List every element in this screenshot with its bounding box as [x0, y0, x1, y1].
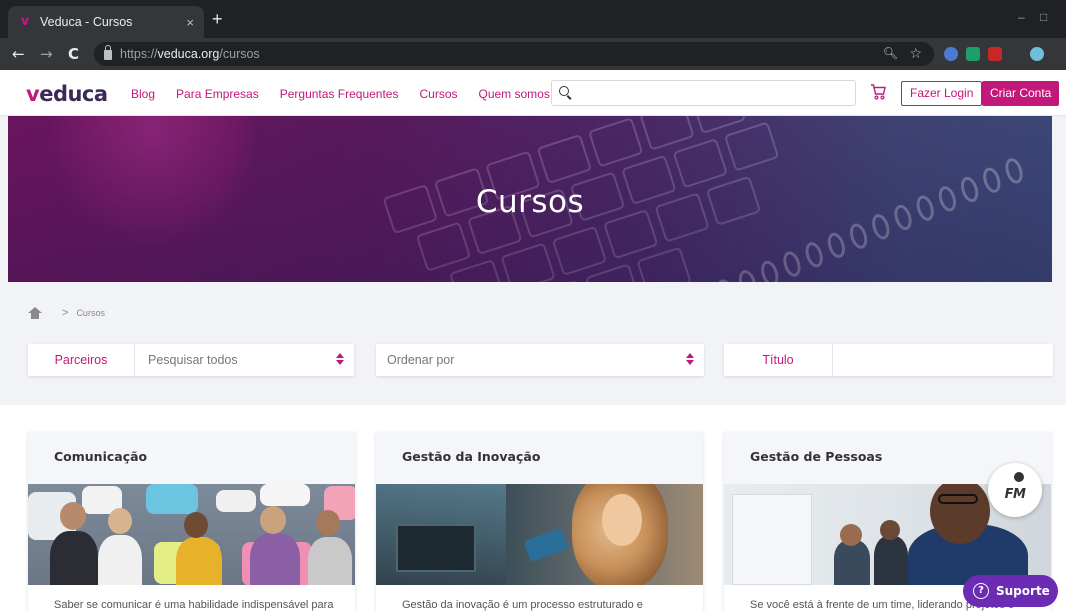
- site-header: veduca Blog Para Empresas Perguntas Freq…: [0, 70, 1066, 116]
- signup-button[interactable]: Criar Conta: [982, 81, 1060, 106]
- site-favicon-icon: v: [20, 14, 30, 29]
- course-image: [28, 484, 355, 585]
- new-tab-button[interactable]: +: [212, 10, 223, 28]
- tab-close-icon[interactable]: ×: [186, 15, 194, 30]
- partner-logo-badge[interactable]: FM: [988, 463, 1042, 517]
- main-nav: Blog Para Empresas Perguntas Frequentes …: [131, 87, 571, 101]
- maximize-icon[interactable]: □: [1040, 10, 1047, 24]
- title-label: Título: [724, 344, 833, 376]
- page-title: Cursos: [475, 184, 585, 220]
- url-path: /cursos: [219, 47, 260, 61]
- course-description: Saber se comunicar é uma habilidade indi…: [54, 599, 334, 611]
- select-arrows-icon: [336, 353, 344, 367]
- nav-perguntas-frequentes[interactable]: Perguntas Frequentes: [280, 87, 399, 101]
- tab-title: Veduca - Cursos: [40, 15, 133, 29]
- reload-icon[interactable]: C: [68, 45, 79, 63]
- hero-banner: Cursos: [8, 116, 1052, 282]
- partner-logo-mark: FM: [1004, 487, 1026, 502]
- breadcrumb: > Cursos: [28, 307, 105, 319]
- address-bar[interactable]: https://veduca.org/cursos 🔍︎ ☆: [94, 42, 934, 66]
- lock-icon: [104, 45, 112, 60]
- home-icon[interactable]: [28, 307, 42, 319]
- course-title: Gestão da Inovação: [376, 432, 703, 484]
- extension-shield-icon[interactable]: [966, 47, 980, 61]
- sort-select-value[interactable]: Ordenar por: [387, 344, 454, 376]
- help-icon: ?: [973, 583, 989, 599]
- breadcrumb-separator: >: [62, 307, 69, 319]
- nav-quem-somos[interactable]: Quem somos: [479, 87, 550, 101]
- nav-cursos[interactable]: Cursos: [419, 87, 457, 101]
- url-host: veduca.org: [157, 47, 220, 61]
- browser-tab[interactable]: v Veduca - Cursos ×: [8, 6, 204, 38]
- logo-v: v: [26, 82, 40, 106]
- back-icon[interactable]: ←: [12, 45, 25, 63]
- nav-para-empresas[interactable]: Para Empresas: [176, 87, 259, 101]
- partner-logo-icon: [1014, 472, 1024, 482]
- title-filter[interactable]: Título: [724, 344, 1053, 376]
- course-card[interactable]: Gestão da Inovação Gestão da inovação é …: [376, 432, 703, 611]
- support-label: Suporte: [996, 584, 1050, 598]
- search-icon: [559, 86, 569, 96]
- breadcrumb-current: Cursos: [76, 308, 105, 318]
- select-arrows-icon: [686, 353, 694, 367]
- course-description: Gestão da inovação é um processo estrutu…: [402, 599, 643, 611]
- nav-blog[interactable]: Blog: [131, 87, 155, 101]
- url-text: https://veduca.org/cursos: [120, 47, 260, 61]
- sort-select[interactable]: Ordenar por: [376, 344, 704, 376]
- bookmark-star-icon[interactable]: ☆: [909, 45, 922, 62]
- course-image: [376, 484, 703, 585]
- extension-icon[interactable]: [944, 47, 958, 61]
- veduca-logo[interactable]: veduca: [26, 82, 108, 106]
- partners-filter[interactable]: Parceiros Pesquisar todos: [28, 344, 354, 376]
- forward-icon[interactable]: →: [40, 45, 53, 63]
- browser-toolbar: ← → C https://veduca.org/cursos 🔍︎ ☆: [0, 38, 1066, 70]
- support-button[interactable]: ? Suporte: [963, 575, 1058, 607]
- browser-tab-bar: v Veduca - Cursos × + – □: [0, 0, 1066, 38]
- partners-select-value[interactable]: Pesquisar todos: [148, 344, 238, 376]
- url-scheme: https://: [120, 47, 158, 61]
- logo-text: educa: [39, 82, 108, 106]
- profile-avatar-icon[interactable]: [1030, 47, 1044, 61]
- cart-icon[interactable]: [870, 83, 886, 101]
- course-card[interactable]: Comunicação Saber se comunicar é uma hab…: [28, 432, 355, 611]
- site-search: [551, 80, 856, 106]
- partners-label: Parceiros: [28, 344, 135, 376]
- course-title: Comunicação: [28, 432, 355, 484]
- extension-mail-icon[interactable]: [988, 47, 1002, 61]
- search-input[interactable]: [578, 83, 848, 103]
- minimize-icon[interactable]: –: [1018, 10, 1025, 24]
- zoom-icon[interactable]: 🔍︎: [883, 46, 898, 60]
- login-button[interactable]: Fazer Login: [901, 81, 983, 106]
